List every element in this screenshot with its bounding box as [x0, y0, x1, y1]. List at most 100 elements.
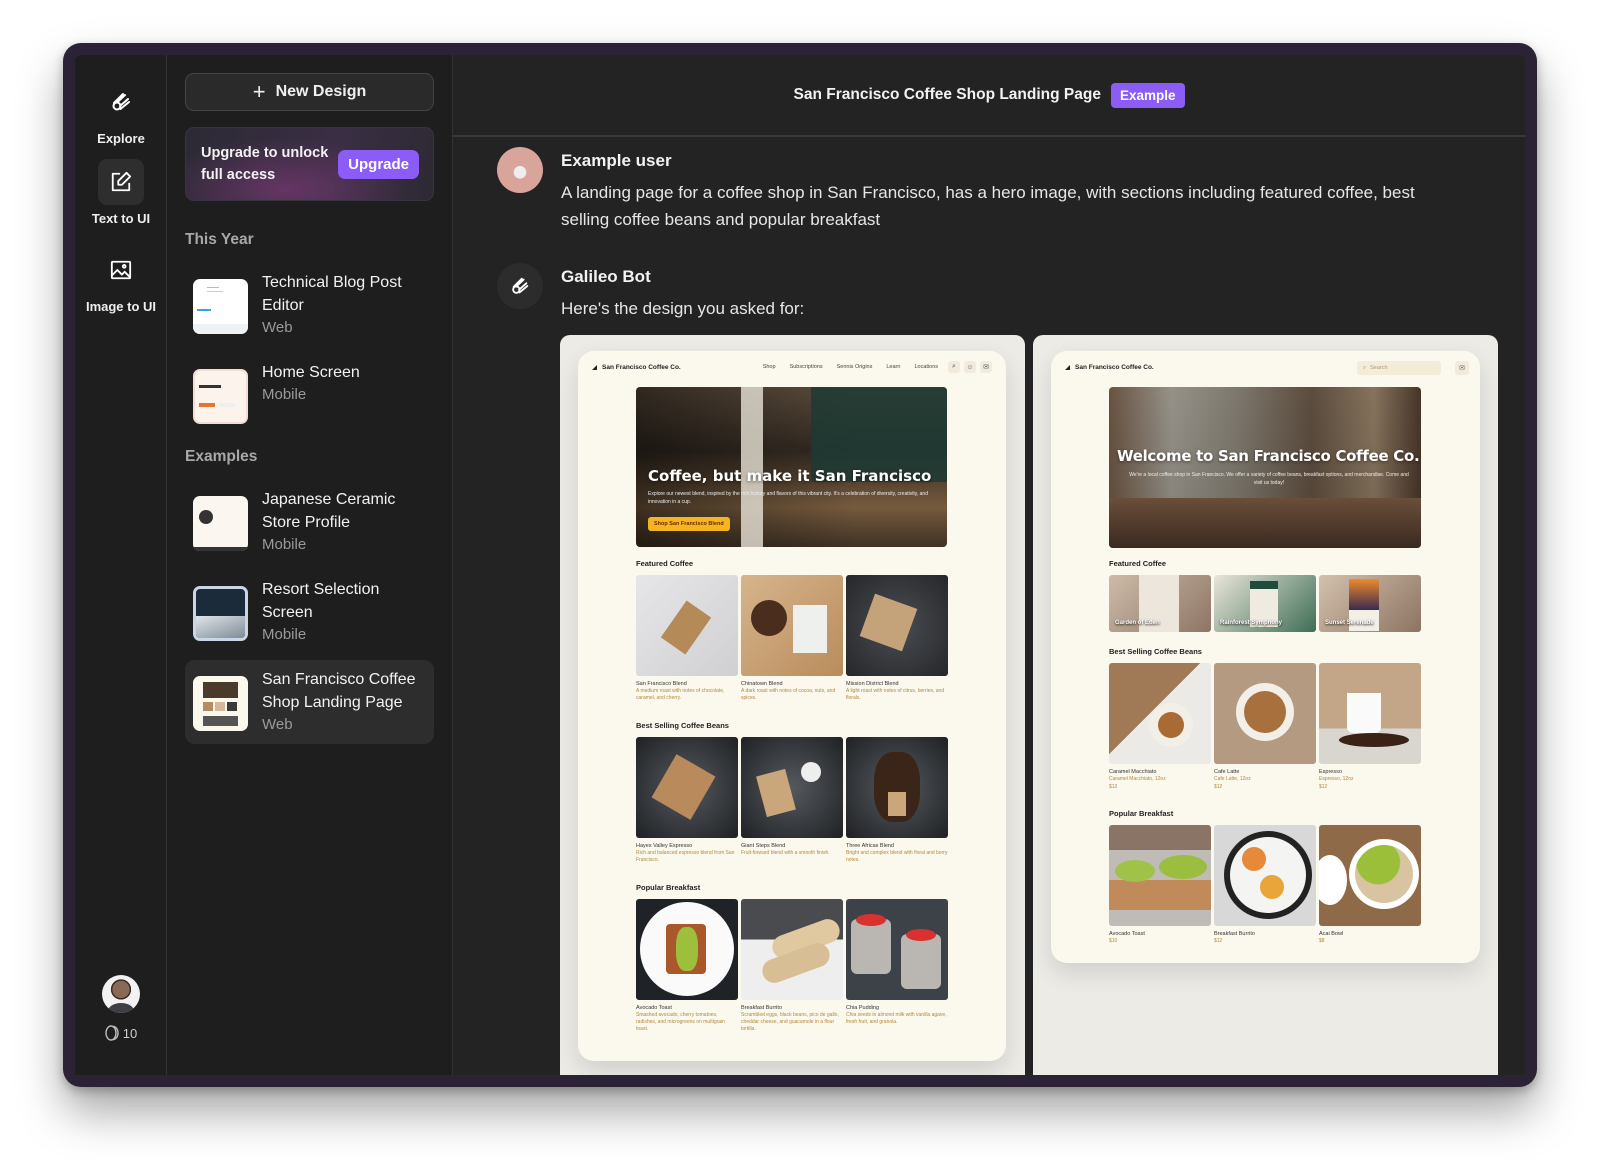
app-window: Explore Text to UI Image to UI 10 + New … — [63, 43, 1537, 1087]
rail-item-image-to-ui[interactable]: Image to UI — [75, 247, 167, 314]
product-card[interactable]: Chinatown Blend A dark roast with notes o… — [741, 575, 843, 702]
section-heading: Popular Breakfast — [1109, 809, 1174, 818]
product-name: Three Africas Blend — [846, 843, 894, 849]
product-detail: Fruit-forward blend with a smooth finish… — [741, 850, 830, 856]
product-detail: Espresso, 12oz — [1319, 776, 1354, 782]
design-item[interactable]: Home Screen Mobile — [185, 353, 434, 432]
user-icon[interactable]: ☺ — [964, 361, 976, 373]
product-detail: Smashed avocado, cherry tomatoes, radish… — [636, 1012, 725, 1032]
rail-item-explore[interactable]: Explore — [75, 79, 167, 146]
product-image — [846, 899, 948, 1000]
upgrade-button[interactable]: Upgrade — [338, 149, 419, 179]
design-item[interactable]: Resort Selection Screen Mobile — [185, 570, 434, 654]
product-image — [846, 737, 948, 838]
nav-rail: Explore Text to UI Image to UI 10 — [75, 55, 167, 1075]
featured-label: Sunset Serenade — [1325, 620, 1374, 626]
product-card[interactable]: Avocado Toast $10 — [1109, 825, 1211, 945]
hero-image: Coffee, but make it San Francisco Explor… — [636, 387, 947, 547]
product-name: Cafe Latte — [1214, 769, 1240, 775]
chat-panel: San Francisco Coffee Shop Landing Page E… — [453, 55, 1525, 1075]
product-card[interactable]: Breakfast Burrito Scrambled eggs, black b… — [741, 899, 843, 1033]
site-nav-link[interactable]: Locations — [914, 364, 938, 370]
design-preview-2[interactable]: San Francisco Coffee Co. ⌕ Search ✉ Welc… — [1033, 335, 1498, 1075]
product-image — [741, 899, 843, 1000]
featured-card[interactable]: Sunset Serenade — [1319, 575, 1421, 632]
product-image — [1319, 663, 1421, 764]
hero-text: Explore our newest blend, inspired by th… — [648, 491, 928, 505]
design-thumbnail — [193, 279, 248, 334]
product-card[interactable]: Avocado Toast Smashed avocado, cherry tom… — [636, 899, 738, 1033]
site-search-input[interactable]: ⌕ Search — [1357, 361, 1441, 375]
product-image — [1214, 663, 1316, 764]
product-image — [1319, 825, 1421, 926]
product-card[interactable]: Caramel Macchiato Caramel Macchiato, 12oz… — [1109, 663, 1211, 791]
site-nav-link[interactable]: Subscriptions — [790, 364, 823, 370]
featured-card[interactable]: Rainforest Symphony — [1214, 575, 1316, 632]
message-author: Example user — [561, 151, 672, 170]
design-platform: Web — [262, 319, 293, 336]
featured-card[interactable]: Garden of Eden — [1109, 575, 1211, 632]
section-heading: Popular Breakfast — [636, 883, 701, 892]
site-nav-link[interactable]: Sennis Origins — [837, 364, 873, 370]
product-detail: $12 — [1214, 938, 1223, 944]
product-name: Chinatown Blend — [741, 681, 783, 687]
design-platform: Mobile — [262, 536, 307, 553]
design-item-selected[interactable]: San Francisco Coffee Shop Landing Page W… — [185, 660, 434, 744]
product-card[interactable]: Giant Steps Blend Fruit-forward blend wit… — [741, 737, 843, 857]
product-card[interactable]: Cafe Latte Cafe Latte, 12oz $12 — [1214, 663, 1316, 791]
product-name: Acai Bowl — [1319, 931, 1344, 937]
design-title: Home Screen — [262, 364, 360, 381]
user-avatar[interactable] — [102, 975, 140, 1013]
hero-cta-button[interactable]: Shop San Francisco Blend — [648, 517, 730, 531]
product-card[interactable]: Espresso Espresso, 12oz $12 — [1319, 663, 1421, 791]
product-image: Garden of Eden — [1109, 575, 1211, 632]
rail-label: Text to UI — [91, 211, 151, 226]
section-heading: Featured Coffee — [636, 559, 694, 568]
product-card[interactable]: San Francisco Blend A medium roast with n… — [636, 575, 738, 702]
product-name: Avocado Toast — [636, 1005, 672, 1011]
search-icon[interactable]: ⌕ — [948, 361, 960, 373]
bot-avatar — [497, 263, 543, 309]
design-thumbnail — [193, 369, 248, 424]
design-item[interactable]: Technical Blog Post Editor Web — [185, 263, 434, 347]
new-design-button[interactable]: + New Design — [185, 73, 434, 111]
product-name: Giant Steps Blend — [741, 843, 786, 849]
design-platform: Web — [262, 716, 293, 733]
product-detail: $10 — [1109, 938, 1118, 944]
site-nav-link[interactable]: Learn — [886, 364, 900, 370]
search-placeholder: Search — [1370, 365, 1388, 371]
design-title: Resort Selection Screen — [262, 581, 380, 621]
sidebar: + New Design Upgrade to unlock full acce… — [167, 55, 453, 1075]
section-heading: Best Selling Coffee Beans — [1109, 647, 1202, 656]
product-detail: $12 — [1319, 784, 1328, 790]
upgrade-banner: Upgrade to unlock full access Upgrade — [185, 127, 434, 201]
section-title: Examples — [185, 448, 258, 465]
product-card[interactable]: Breakfast Burrito $12 — [1214, 825, 1316, 945]
product-detail: A medium roast with notes of chocolate, … — [636, 688, 725, 701]
product-image — [1109, 663, 1211, 764]
hero-title: Welcome to San Francisco Coffee Co. — [1117, 447, 1420, 465]
mail-icon[interactable]: ✉ — [980, 361, 992, 373]
product-detail: Rich and balanced espresso blend from Sa… — [636, 850, 735, 863]
product-detail: A light roast with notes of citrus, berr… — [846, 688, 945, 701]
product-image — [636, 737, 738, 838]
message-author: Galileo Bot — [561, 267, 651, 286]
product-detail: Scrambled eggs, black beans, pico de gal… — [741, 1012, 839, 1032]
product-name: Mission District Blend — [846, 681, 899, 687]
design-preview-1[interactable]: San Francisco Coffee Co. Shop Subscripti… — [560, 335, 1025, 1075]
product-image — [846, 575, 948, 676]
product-name: San Francisco Blend — [636, 681, 687, 687]
product-card[interactable]: Hayes Valley Espresso Rich and balanced e… — [636, 737, 738, 864]
new-design-label: New Design — [275, 83, 367, 100]
product-card[interactable]: Three Africas Blend Bright and complex bl… — [846, 737, 948, 864]
product-card[interactable]: Mission District Blend A light roast with… — [846, 575, 948, 702]
design-item[interactable]: Japanese Ceramic Store Profile Mobile — [185, 480, 434, 564]
product-card[interactable]: Chia Pudding Chia seeds in almond milk wi… — [846, 899, 948, 1026]
featured-label: Rainforest Symphony — [1220, 620, 1283, 626]
upgrade-text: Upgrade to unlock full access — [201, 145, 329, 183]
site-nav-link[interactable]: Shop — [763, 364, 776, 370]
rail-item-text-to-ui[interactable]: Text to UI — [75, 159, 167, 226]
product-card[interactable]: Acai Bowl $8 — [1319, 825, 1421, 945]
design-thumbnail — [193, 496, 248, 551]
mail-icon[interactable]: ✉ — [1455, 361, 1469, 375]
